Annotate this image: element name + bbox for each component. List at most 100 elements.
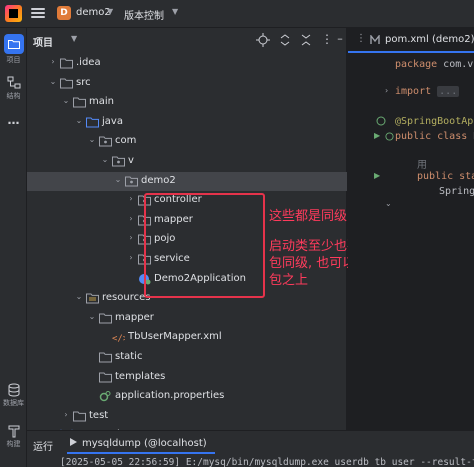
properties-file-icon xyxy=(99,390,112,402)
chevron-right-icon[interactable]: › xyxy=(126,233,136,242)
project-panel-title[interactable]: 项目 xyxy=(33,34,53,49)
project-tool-button[interactable]: 项目 xyxy=(0,34,27,65)
chevron-down-icon[interactable]: ▼ xyxy=(71,34,77,43)
editor-tab-pom[interactable]: ⋮ pom.xml (demo2) xyxy=(348,28,474,53)
tree-item[interactable]: › .idea xyxy=(27,54,347,73)
package-icon xyxy=(125,175,138,187)
run-tab-mysqldump[interactable]: mysqldump (@localhost) xyxy=(67,432,217,454)
collapse-all-icon[interactable] xyxy=(299,33,313,47)
chevron-right-icon[interactable]: › xyxy=(48,57,58,66)
tree-item[interactable]: ⌄ v xyxy=(27,152,347,171)
chevron-down-icon[interactable]: ⌄ xyxy=(74,292,84,301)
tree-item[interactable]: templates xyxy=(27,368,347,387)
chevron-down-icon[interactable]: ⌄ xyxy=(48,77,58,86)
annotation-box xyxy=(144,193,265,298)
chevron-down-icon[interactable]: ⌄ xyxy=(74,116,84,125)
folder-icon xyxy=(73,96,86,108)
run-gutter-icon[interactable]: ▶ xyxy=(374,171,380,180)
chevron-right-icon[interactable]: › xyxy=(126,214,136,223)
spring-bean-icon[interactable] xyxy=(385,132,394,141)
tree-item-label: static xyxy=(115,351,143,362)
app-logo-icon[interactable] xyxy=(5,5,22,22)
hide-panel-icon[interactable]: – xyxy=(333,33,347,47)
tree-item-label: templates xyxy=(115,370,166,382)
project-panel: 项目 ▼ ⋮ – › .idea ⌄ src ⌄ main ⌄ java ⌄ com ⌄ v ⌄ demo… xyxy=(27,28,373,464)
tree-item-label: TbUserMapper.xml xyxy=(128,331,222,343)
annotation-text: 这些都是同级的 xyxy=(269,209,361,224)
source-folder-icon xyxy=(86,116,99,128)
folder-icon xyxy=(60,77,73,89)
console-output[interactable]: [2025-05-05 22:56:59] E:/mysq/bin/mysqld… xyxy=(60,457,474,467)
options-icon[interactable]: ⋮ xyxy=(320,33,334,47)
project-tool-label: 项目 xyxy=(6,56,21,64)
code-line[interactable]: import ... xyxy=(395,86,460,97)
tab-options-icon[interactable]: ⋮ xyxy=(356,33,366,44)
editor-tab-label: pom.xml (demo2) xyxy=(385,34,474,45)
tree-item[interactable]: ⌄ demo2 xyxy=(27,171,347,191)
tree-item[interactable]: </>TbUserMapper.xml xyxy=(27,328,347,347)
main-menu-icon[interactable] xyxy=(31,6,45,20)
fold-arrow-icon[interactable]: › xyxy=(385,86,388,95)
chevron-down-icon[interactable]: ⌄ xyxy=(87,135,97,144)
chevron-right-icon[interactable]: › xyxy=(61,410,71,419)
tree-item-label: application.properties xyxy=(115,390,225,402)
run-panel: 运行 mysqldump (@localhost) [2025-05-05 22… xyxy=(27,430,474,467)
folder-icon xyxy=(7,40,20,49)
tree-item-label: .idea xyxy=(76,57,101,68)
project-panel-header: 项目 ▼ ⋮ – xyxy=(27,28,346,54)
title-bar: D demo2 ▼ 版本控制 ▼ xyxy=(0,0,474,28)
code-line[interactable]: @SpringBootAppT xyxy=(395,116,474,127)
chevron-down-icon[interactable]: ⌄ xyxy=(113,175,123,184)
tree-item[interactable]: ⌄ mapper xyxy=(27,309,347,328)
tree-item-label: v xyxy=(128,155,134,166)
expand-all-icon[interactable] xyxy=(278,33,292,47)
spring-bean-icon[interactable] xyxy=(376,116,386,126)
code-line[interactable]: SpringA xyxy=(439,186,474,197)
locate-icon[interactable] xyxy=(256,33,270,47)
tree-item-label: mapper xyxy=(115,311,154,323)
chevron-down-icon[interactable]: ▼ xyxy=(172,7,178,16)
xml-file-icon: </> xyxy=(112,331,129,344)
tree-item[interactable]: ⌄ java xyxy=(27,113,347,132)
tree-item[interactable]: › test xyxy=(27,407,347,426)
chevron-down-icon[interactable]: ⌄ xyxy=(100,155,110,164)
code-line[interactable]: public class De xyxy=(395,131,474,142)
code-line[interactable]: public stat xyxy=(417,171,474,182)
fold-arrow-icon[interactable]: ⌄ xyxy=(385,199,392,208)
chevron-down-icon[interactable]: ⌄ xyxy=(61,96,71,105)
more-tools-icon[interactable]: ⋯ xyxy=(0,116,27,130)
hammer-icon xyxy=(8,425,19,438)
tree-item[interactable]: ⌄ main xyxy=(27,93,347,112)
tree-item[interactable]: application.properties xyxy=(27,387,347,406)
build-tool-button[interactable]: 构建 xyxy=(0,424,27,449)
chevron-down-icon[interactable]: ▼ xyxy=(107,7,113,16)
usages-hint[interactable]: 用 xyxy=(417,156,427,171)
tree-item-label: java xyxy=(102,115,123,127)
structure-tool-button[interactable]: 结构 xyxy=(0,76,27,101)
tree-item-label: main xyxy=(89,96,114,108)
tree-item[interactable]: static xyxy=(27,348,347,367)
code-line[interactable]: package com.v.d xyxy=(395,59,474,70)
tree-item[interactable]: ⌄ com xyxy=(27,132,347,151)
tree-item-label: demo2 xyxy=(141,174,176,186)
run-gutter-icon[interactable]: ▶ xyxy=(374,131,380,140)
folder-icon xyxy=(99,351,112,363)
tree-item[interactable]: ⌄ src xyxy=(27,74,347,93)
project-name[interactable]: demo2 xyxy=(76,7,111,18)
tree-item-label: src xyxy=(76,76,91,88)
chevron-right-icon[interactable]: › xyxy=(126,194,136,203)
database-tool-button[interactable]: 数据库 xyxy=(0,383,27,408)
chevron-right-icon[interactable]: › xyxy=(126,253,136,262)
database-tool-label: 数据库 xyxy=(3,399,24,407)
package-icon xyxy=(99,135,112,147)
chevron-down-icon[interactable]: ⌄ xyxy=(87,312,97,321)
structure-icon xyxy=(7,76,20,89)
vcs-widget[interactable]: 版本控制 xyxy=(124,7,164,22)
folder-icon xyxy=(73,410,86,422)
editor-tab-bar: ⋮ pom.xml (demo2) xyxy=(348,28,474,53)
svg-text:</>: </> xyxy=(112,334,125,343)
project-badge[interactable]: D xyxy=(57,6,71,20)
run-tab-label: mysqldump (@localhost) xyxy=(82,438,207,449)
tree-item-label: com xyxy=(115,135,137,147)
editor-area: ⋮ pom.xml (demo2) package com.v.d › impo… xyxy=(348,28,474,430)
